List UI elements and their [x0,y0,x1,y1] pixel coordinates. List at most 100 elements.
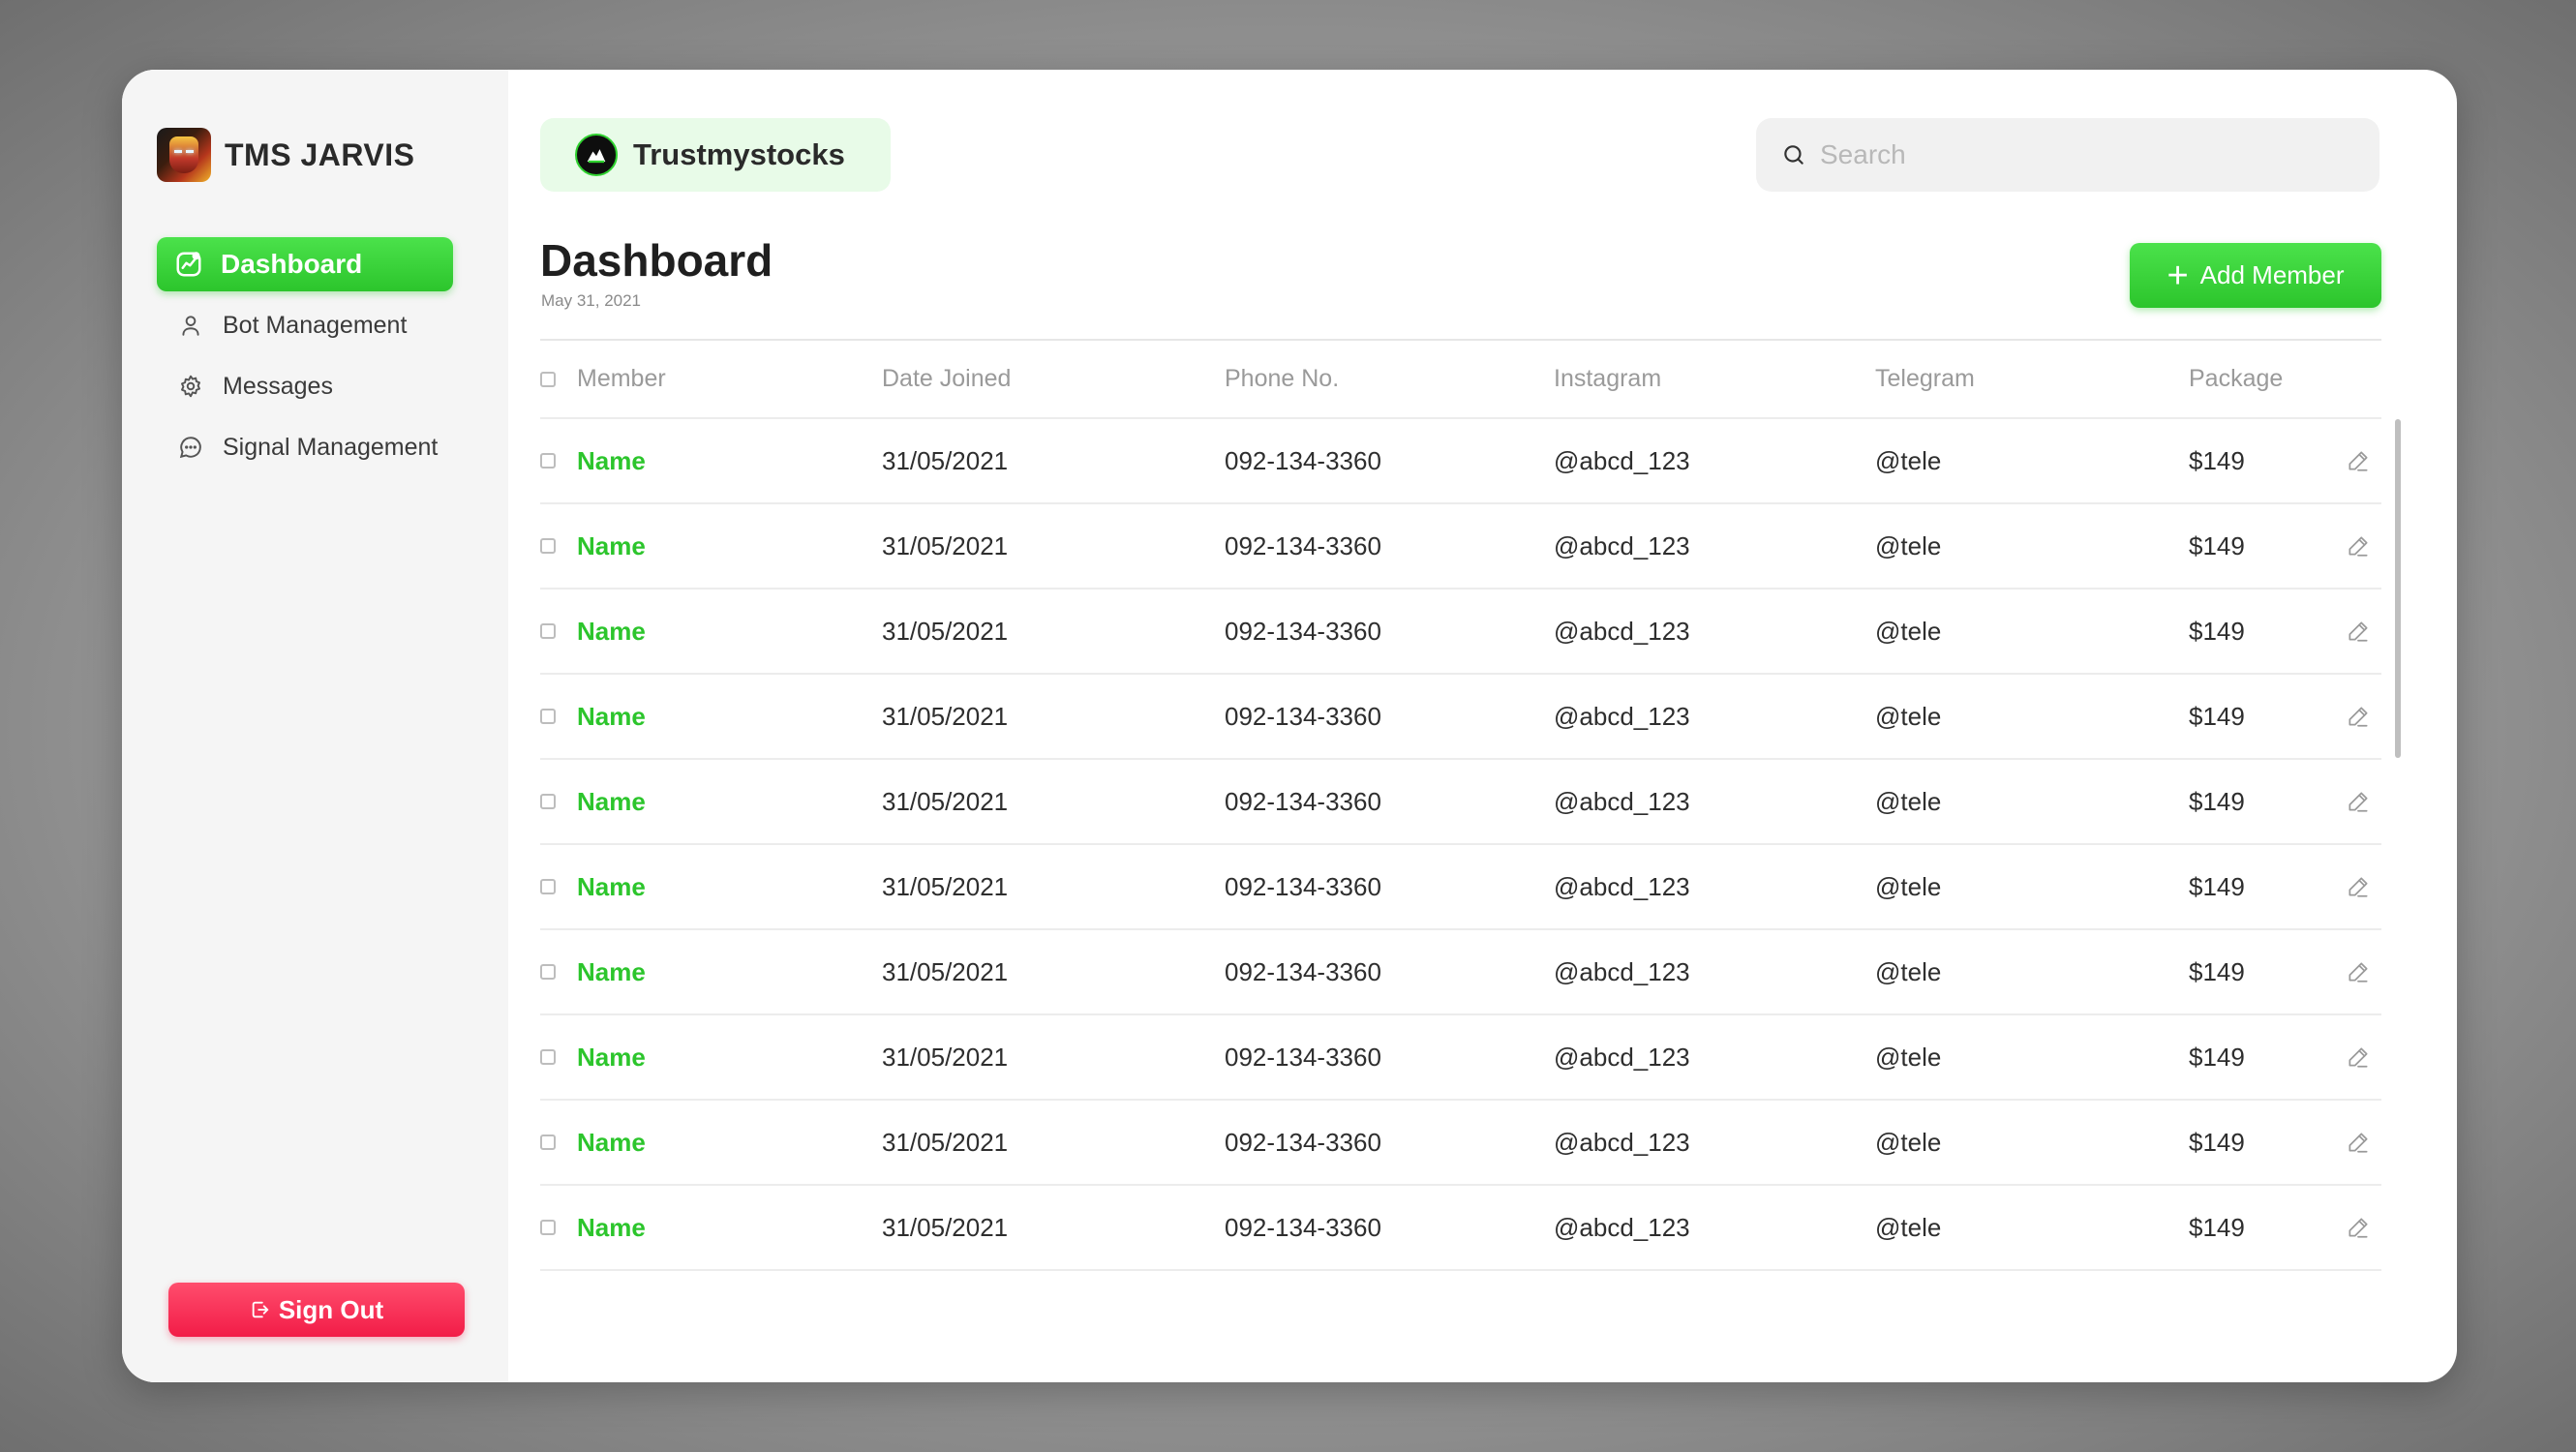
add-member-button[interactable]: + Add Member [2130,243,2381,308]
edit-icon[interactable] [2334,1044,2381,1070]
date-joined: 31/05/2021 [882,445,1009,475]
instagram-handle: @abcd_123 [1554,871,1690,901]
row-checkbox[interactable] [540,794,556,809]
table-header: Member Date Joined Phone No. Instagram T… [540,339,2381,419]
table-row[interactable]: Name 31/05/2021 092-134-3360 @abcd_123 @tele… [540,590,2381,675]
package-price: $149 [2189,1127,2245,1157]
sidebar-item-signal-management[interactable]: Signal Management [157,420,453,474]
page-date: May 31, 2021 [541,291,642,310]
member-name[interactable]: Name [577,1128,882,1158]
sidebar-item-label: Dashboard [221,249,363,279]
telegram-handle: @tele [1875,956,1942,986]
sidebar-item-dashboard[interactable]: Dashboard [157,237,453,291]
plus-icon: + [2167,255,2189,296]
date-joined: 31/05/2021 [882,616,1009,646]
logout-icon [250,1299,271,1320]
instagram-handle: @abcd_123 [1554,1212,1690,1242]
select-all-checkbox[interactable] [540,371,556,387]
table-body: Name 31/05/2021 092-134-3360 @abcd_123 @tele… [540,419,2381,1271]
instagram-handle: @abcd_123 [1554,445,1690,475]
telegram-handle: @tele [1875,1127,1942,1157]
phone-number: 092-134-3360 [1225,956,1381,986]
table-row[interactable]: Name 31/05/2021 092-134-3360 @abcd_123 @tele… [540,675,2381,760]
instagram-handle: @abcd_123 [1554,530,1690,560]
column-header-package[interactable]: Package [2189,365,2334,393]
row-checkbox[interactable] [540,453,556,469]
row-checkbox[interactable] [540,1220,556,1235]
column-header-instagram[interactable]: Instagram [1554,365,1875,393]
search-bar[interactable] [1756,118,2379,192]
table-row[interactable]: Name 31/05/2021 092-134-3360 @abcd_123 @tele… [540,419,2381,504]
page-title: Dashboard [540,235,773,286]
org-name: Trustmystocks [633,137,845,171]
member-name[interactable]: Name [577,787,882,817]
edit-icon[interactable] [2334,959,2381,984]
telegram-handle: @tele [1875,701,1942,731]
user-icon [174,309,207,342]
table-row[interactable]: Name 31/05/2021 092-134-3360 @abcd_123 @tele… [540,845,2381,930]
date-joined: 31/05/2021 [882,1212,1009,1242]
sidebar-item-bot-management[interactable]: Bot Management [157,298,453,352]
table-row[interactable]: Name 31/05/2021 092-134-3360 @abcd_123 @tele… [540,760,2381,845]
edit-icon[interactable] [2334,1130,2381,1155]
telegram-handle: @tele [1875,445,1942,475]
sign-out-label: Sign Out [278,1294,384,1324]
table-row[interactable]: Name 31/05/2021 092-134-3360 @abcd_123 @tele… [540,930,2381,1015]
telegram-handle: @tele [1875,871,1942,901]
table-row[interactable]: Name 31/05/2021 092-134-3360 @abcd_123 @tele… [540,504,2381,590]
row-checkbox[interactable] [540,709,556,724]
edit-icon[interactable] [2334,448,2381,473]
org-badge[interactable]: Trustmystocks [540,118,891,192]
add-member-label: Add Member [2199,260,2345,289]
row-checkbox[interactable] [540,964,556,980]
package-price: $149 [2189,786,2245,816]
member-name[interactable]: Name [577,617,882,647]
row-checkbox[interactable] [540,1049,556,1065]
chart-icon [172,248,205,281]
table-scrollbar[interactable] [2395,419,2401,758]
sidebar-item-label: Messages [223,372,333,400]
date-joined: 31/05/2021 [882,786,1009,816]
row-checkbox[interactable] [540,879,556,894]
instagram-handle: @abcd_123 [1554,1127,1690,1157]
edit-icon[interactable] [2334,789,2381,814]
edit-icon[interactable] [2334,1215,2381,1240]
package-price: $149 [2189,701,2245,731]
member-name[interactable]: Name [577,446,882,476]
table-row[interactable]: Name 31/05/2021 092-134-3360 @abcd_123 @tele… [540,1101,2381,1186]
edit-icon[interactable] [2334,704,2381,729]
edit-icon[interactable] [2334,619,2381,644]
row-checkbox[interactable] [540,623,556,639]
app-window: TMS JARVIS Dashboard Bot Management Mess… [122,70,2457,1382]
column-header-date-joined[interactable]: Date Joined [882,365,1225,393]
sidebar-item-label: Bot Management [223,311,408,339]
row-checkbox[interactable] [540,538,556,554]
package-price: $149 [2189,445,2245,475]
edit-icon[interactable] [2334,874,2381,899]
gear-icon [174,370,207,403]
date-joined: 31/05/2021 [882,871,1009,901]
search-input[interactable] [1820,139,2362,170]
column-header-member[interactable]: Member [577,365,882,393]
member-name[interactable]: Name [577,1213,882,1243]
member-name[interactable]: Name [577,702,882,732]
members-table: Member Date Joined Phone No. Instagram T… [540,339,2381,1271]
member-name[interactable]: Name [577,531,882,561]
sidebar-item-messages[interactable]: Messages [157,359,453,413]
member-name[interactable]: Name [577,1043,882,1073]
row-checkbox[interactable] [540,1134,556,1150]
edit-icon[interactable] [2334,533,2381,559]
telegram-handle: @tele [1875,1042,1942,1072]
package-price: $149 [2189,1212,2245,1242]
member-name[interactable]: Name [577,872,882,902]
member-name[interactable]: Name [577,957,882,987]
phone-number: 092-134-3360 [1225,1127,1381,1157]
phone-number: 092-134-3360 [1225,530,1381,560]
instagram-handle: @abcd_123 [1554,616,1690,646]
sign-out-button[interactable]: Sign Out [168,1283,465,1337]
column-header-phone[interactable]: Phone No. [1225,365,1554,393]
table-row[interactable]: Name 31/05/2021 092-134-3360 @abcd_123 @tele… [540,1015,2381,1101]
column-header-telegram[interactable]: Telegram [1875,365,2189,393]
table-row[interactable]: Name 31/05/2021 092-134-3360 @abcd_123 @tele… [540,1186,2381,1271]
telegram-handle: @tele [1875,530,1942,560]
